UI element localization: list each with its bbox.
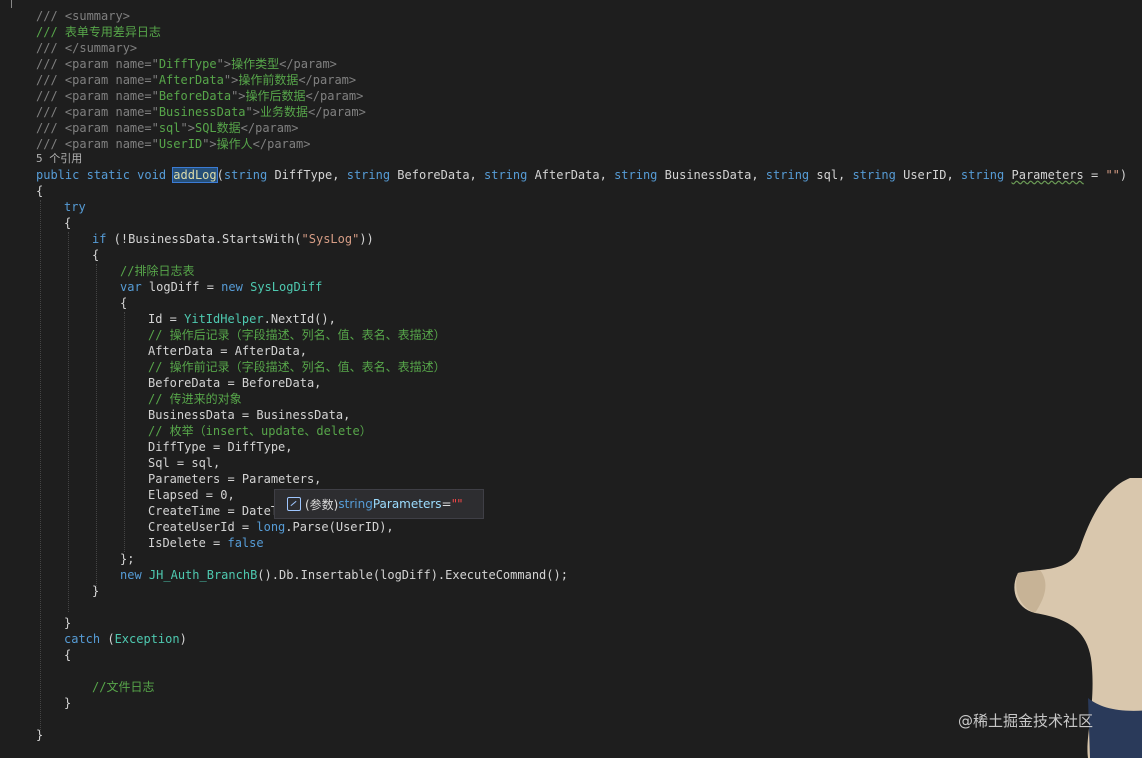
brace: } [36, 728, 44, 742]
brace: } [92, 584, 100, 598]
indent-guide [96, 264, 97, 594]
text-caret [11, 0, 12, 8]
brace: { [64, 216, 72, 230]
brace: { [120, 296, 128, 310]
comment-line: // 操作前记录（字段描述、列名、值、表名、表描述） [148, 360, 446, 374]
indent-guide [68, 232, 69, 612]
brace: { [64, 648, 72, 662]
doc-summary-close: /// </summary> [36, 41, 138, 55]
parameters-identifier[interactable]: Parameters [1012, 168, 1084, 182]
method-name-addlog[interactable]: addLog [172, 167, 218, 183]
tooltip-eq: = [441, 497, 452, 511]
var-declaration: var logDiff = new SysLogDiff [120, 280, 323, 294]
try-keyword: try [64, 200, 86, 214]
code-line: IsDelete = false [148, 536, 264, 550]
comment-line: // 操作后记录（字段描述、列名、值、表名、表描述） [148, 328, 446, 342]
code-editor[interactable]: /// <summary> /// 表单专用差异日志 /// </summary… [0, 0, 1142, 754]
doc-summary-text: /// 表单专用差异日志 [36, 25, 161, 39]
code-line: CreateUserId = long.Parse(UserID), [148, 520, 394, 534]
comment-line: //文件日志 [92, 680, 155, 694]
doc-param-line: /// <param name="BusinessData">业务数据</par… [36, 105, 366, 119]
doc-param-line: /// <param name="sql">SQL数据</param> [36, 121, 299, 135]
doc-param-line: /// <param name="UserID">操作人</param> [36, 137, 311, 151]
tooltip-type: string [338, 497, 373, 511]
code-line: new JH_Auth_BranchB().Db.Insertable(logD… [120, 568, 568, 582]
tooltip-prefix: (参数) [305, 497, 339, 512]
doc-summary-open: /// <summary> [36, 9, 130, 23]
tooltip-value: "" [451, 497, 463, 511]
parameter-icon [287, 497, 301, 511]
tooltip-name: Parameters [372, 497, 442, 511]
doc-param-line: /// <param name="AfterData">操作前数据</param… [36, 73, 357, 87]
indent-guide [40, 200, 41, 730]
code-line: BusinessData = BusinessData, [148, 408, 351, 422]
brace: { [92, 248, 100, 262]
comment-line: //排除日志表 [120, 264, 195, 278]
if-statement: if (!BusinessData.StartsWith("SysLog")) [92, 232, 374, 246]
watermark: @稀土掘金技术社区 [958, 712, 1094, 730]
catch-statement: catch (Exception) [64, 632, 187, 646]
code-line: CreateTime = DateT [148, 504, 279, 518]
codelens-references[interactable]: 5 个引用 [36, 151, 82, 167]
doc-param-line: /// <param name="DiffType">操作类型</param> [36, 57, 337, 71]
code-line: AfterData = AfterData, [148, 344, 307, 358]
comment-line: // 传进来的对象 [148, 392, 242, 406]
doc-param-line: /// <param name="BeforeData">操作后数据</para… [36, 89, 364, 103]
brace: { [36, 184, 44, 198]
code-line: }; [120, 552, 135, 566]
quickinfo-tooltip: (参数) string Parameters = "" [274, 489, 484, 519]
code-line: Sql = sql, [148, 456, 221, 470]
code-line: Id = YitIdHelper.NextId(), [148, 312, 336, 326]
code-line: Elapsed = 0, [148, 488, 235, 502]
brace: } [64, 696, 72, 710]
code-line: BeforeData = BeforeData, [148, 376, 322, 390]
comment-line: // 枚举（insert、update、delete） [148, 424, 372, 438]
code-line: DiffType = DiffType, [148, 440, 293, 454]
code-line: Parameters = Parameters, [148, 472, 322, 486]
brace: } [64, 616, 72, 630]
indent-guide [124, 312, 125, 552]
method-signature: public static void addLog(string DiffTyp… [36, 167, 1128, 183]
